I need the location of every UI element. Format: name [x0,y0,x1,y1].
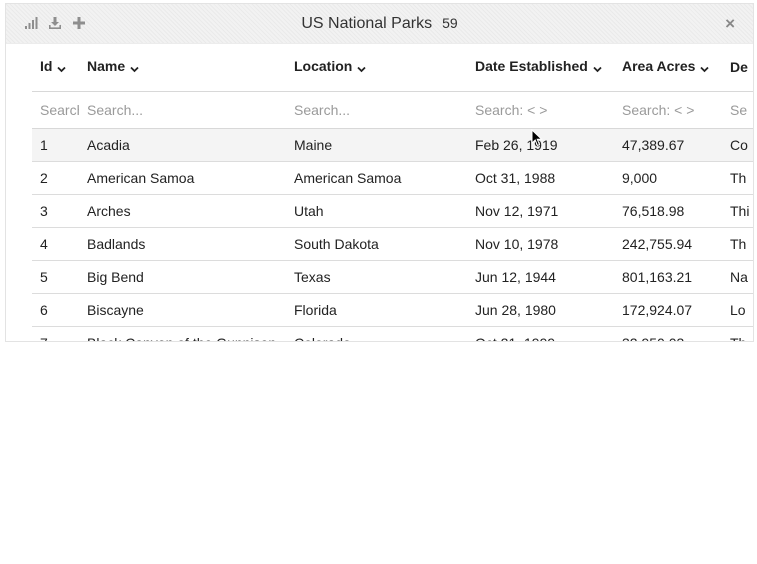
column-header-label: Location [294,58,353,75]
title-text: US National Parks [301,15,433,32]
cell-desc: Th [722,326,753,341]
table-row[interactable]: 6 Biscayne Florida Jun 28, 1980 172,924.07 Lo [32,293,753,327]
cell-area: 76,518.98 [614,194,722,228]
cell-id: 2 [32,161,79,195]
chevron-down-icon[interactable] [57,60,67,76]
chevron-down-icon[interactable] [357,60,366,76]
cell-location: Maine [286,128,467,162]
filter-cell-location [286,91,467,129]
cell-area: 47,389.67 [614,128,722,162]
cell-date: Nov 10, 1978 [467,227,614,261]
cell-name: American Samoa [79,161,286,195]
column-header-label: Date Established [475,58,588,75]
column-header-label: Area Acres [622,58,696,75]
cell-id: 3 [32,194,79,228]
cell-desc: Th [722,227,753,261]
cell-id: 6 [32,293,79,327]
cell-id: 7 [32,326,79,341]
cell-location: Texas [286,260,467,294]
row-count: 59 [442,15,458,31]
column-header-label: Name [87,58,126,75]
column-header-label: Id [40,58,53,75]
cell-date: Feb 26, 1919 [467,128,614,162]
cell-location: Utah [286,194,467,228]
cell-area: 242,755.94 [614,227,722,261]
cell-desc: Lo [722,293,753,327]
cell-area: 32,950.03 [614,326,722,341]
window-title: US National Parks 59 [6,15,753,33]
cell-id: 4 [32,227,79,261]
cell-location: American Samoa [286,161,467,195]
cell-area: 9,000 [614,161,722,195]
table-row[interactable]: 2 American Samoa American Samoa Oct 31, 198… [32,161,753,195]
titlebar: US National Parks 59 × [6,4,753,44]
cell-name: Big Bend [79,260,286,294]
cell-desc: Na [722,260,753,294]
cell-desc: Th [722,161,753,195]
filter-input-name[interactable] [87,102,286,118]
column-header-date[interactable]: Date Established [467,43,614,92]
filter-row [32,91,753,129]
cell-location: Colorado [286,326,467,341]
table-row[interactable]: 1 Acadia Maine Feb 26, 1919 47,389.67 Co [32,128,753,162]
cell-location: South Dakota [286,227,467,261]
column-header-area[interactable]: Area Acres [614,43,722,92]
cell-date: Jun 28, 1980 [467,293,614,327]
close-icon[interactable]: × [725,14,735,34]
table-row[interactable]: 3 Arches Utah Nov 12, 1971 76,518.98 Thi [32,194,753,228]
parks-table: Id Name Location Date Established Area Acres… [32,43,753,341]
header-row: Id Name Location Date Established Area Acres… [32,43,753,92]
cell-area: 801,163.21 [614,260,722,294]
filter-cell-desc [722,91,753,129]
column-header-label: De [730,59,748,75]
filter-cell-id [32,91,79,129]
table-row[interactable]: 5 Big Bend Texas Jun 12, 1944 801,163.21 Na [32,260,753,294]
filter-input-desc[interactable] [730,102,753,118]
table-body: 1 Acadia Maine Feb 26, 1919 47,389.67 Co 2 Amer… [32,128,753,341]
chevron-down-icon[interactable] [130,60,139,76]
cell-date: Nov 12, 1971 [467,194,614,228]
filter-input-area[interactable] [622,102,722,118]
chevron-down-icon[interactable] [593,60,602,76]
column-header-location[interactable]: Location [286,43,467,92]
column-header-name[interactable]: Name [79,43,286,92]
chevron-down-icon[interactable] [700,60,710,76]
cell-date: Jun 12, 1944 [467,260,614,294]
filter-cell-area [614,91,722,129]
filter-input-location[interactable] [294,102,467,118]
cell-date: Oct 31, 1988 [467,161,614,195]
cell-id: 1 [32,128,79,162]
cell-desc: Thi [722,194,753,228]
filter-input-date[interactable] [475,102,614,118]
filter-input-id[interactable] [40,102,79,118]
cell-name: Acadia [79,128,286,162]
cell-location: Florida [286,293,467,327]
cell-id: 5 [32,260,79,294]
column-header-id[interactable]: Id [32,43,79,92]
filter-cell-name [79,91,286,129]
table-row[interactable]: 7Black Canyon of the GunnisonColoradoOct… [32,326,753,341]
cell-name: Arches [79,194,286,228]
table-container: Id Name Location Date Established Area Acres… [32,43,753,341]
data-table-window: US National Parks 59 × Id Name Location Date… [6,4,753,341]
table-row[interactable]: 4 Badlands South Dakota Nov 10, 1978 242,755… [32,227,753,261]
cell-desc: Co [722,128,753,162]
column-header-desc[interactable]: De [722,43,753,92]
cell-name: Badlands [79,227,286,261]
cell-date: Oct 21, 1999 [467,326,614,341]
cell-name: Black Canyon of the Gunnison [79,326,286,341]
cell-area: 172,924.07 [614,293,722,327]
cell-name: Biscayne [79,293,286,327]
filter-cell-date [467,91,614,129]
